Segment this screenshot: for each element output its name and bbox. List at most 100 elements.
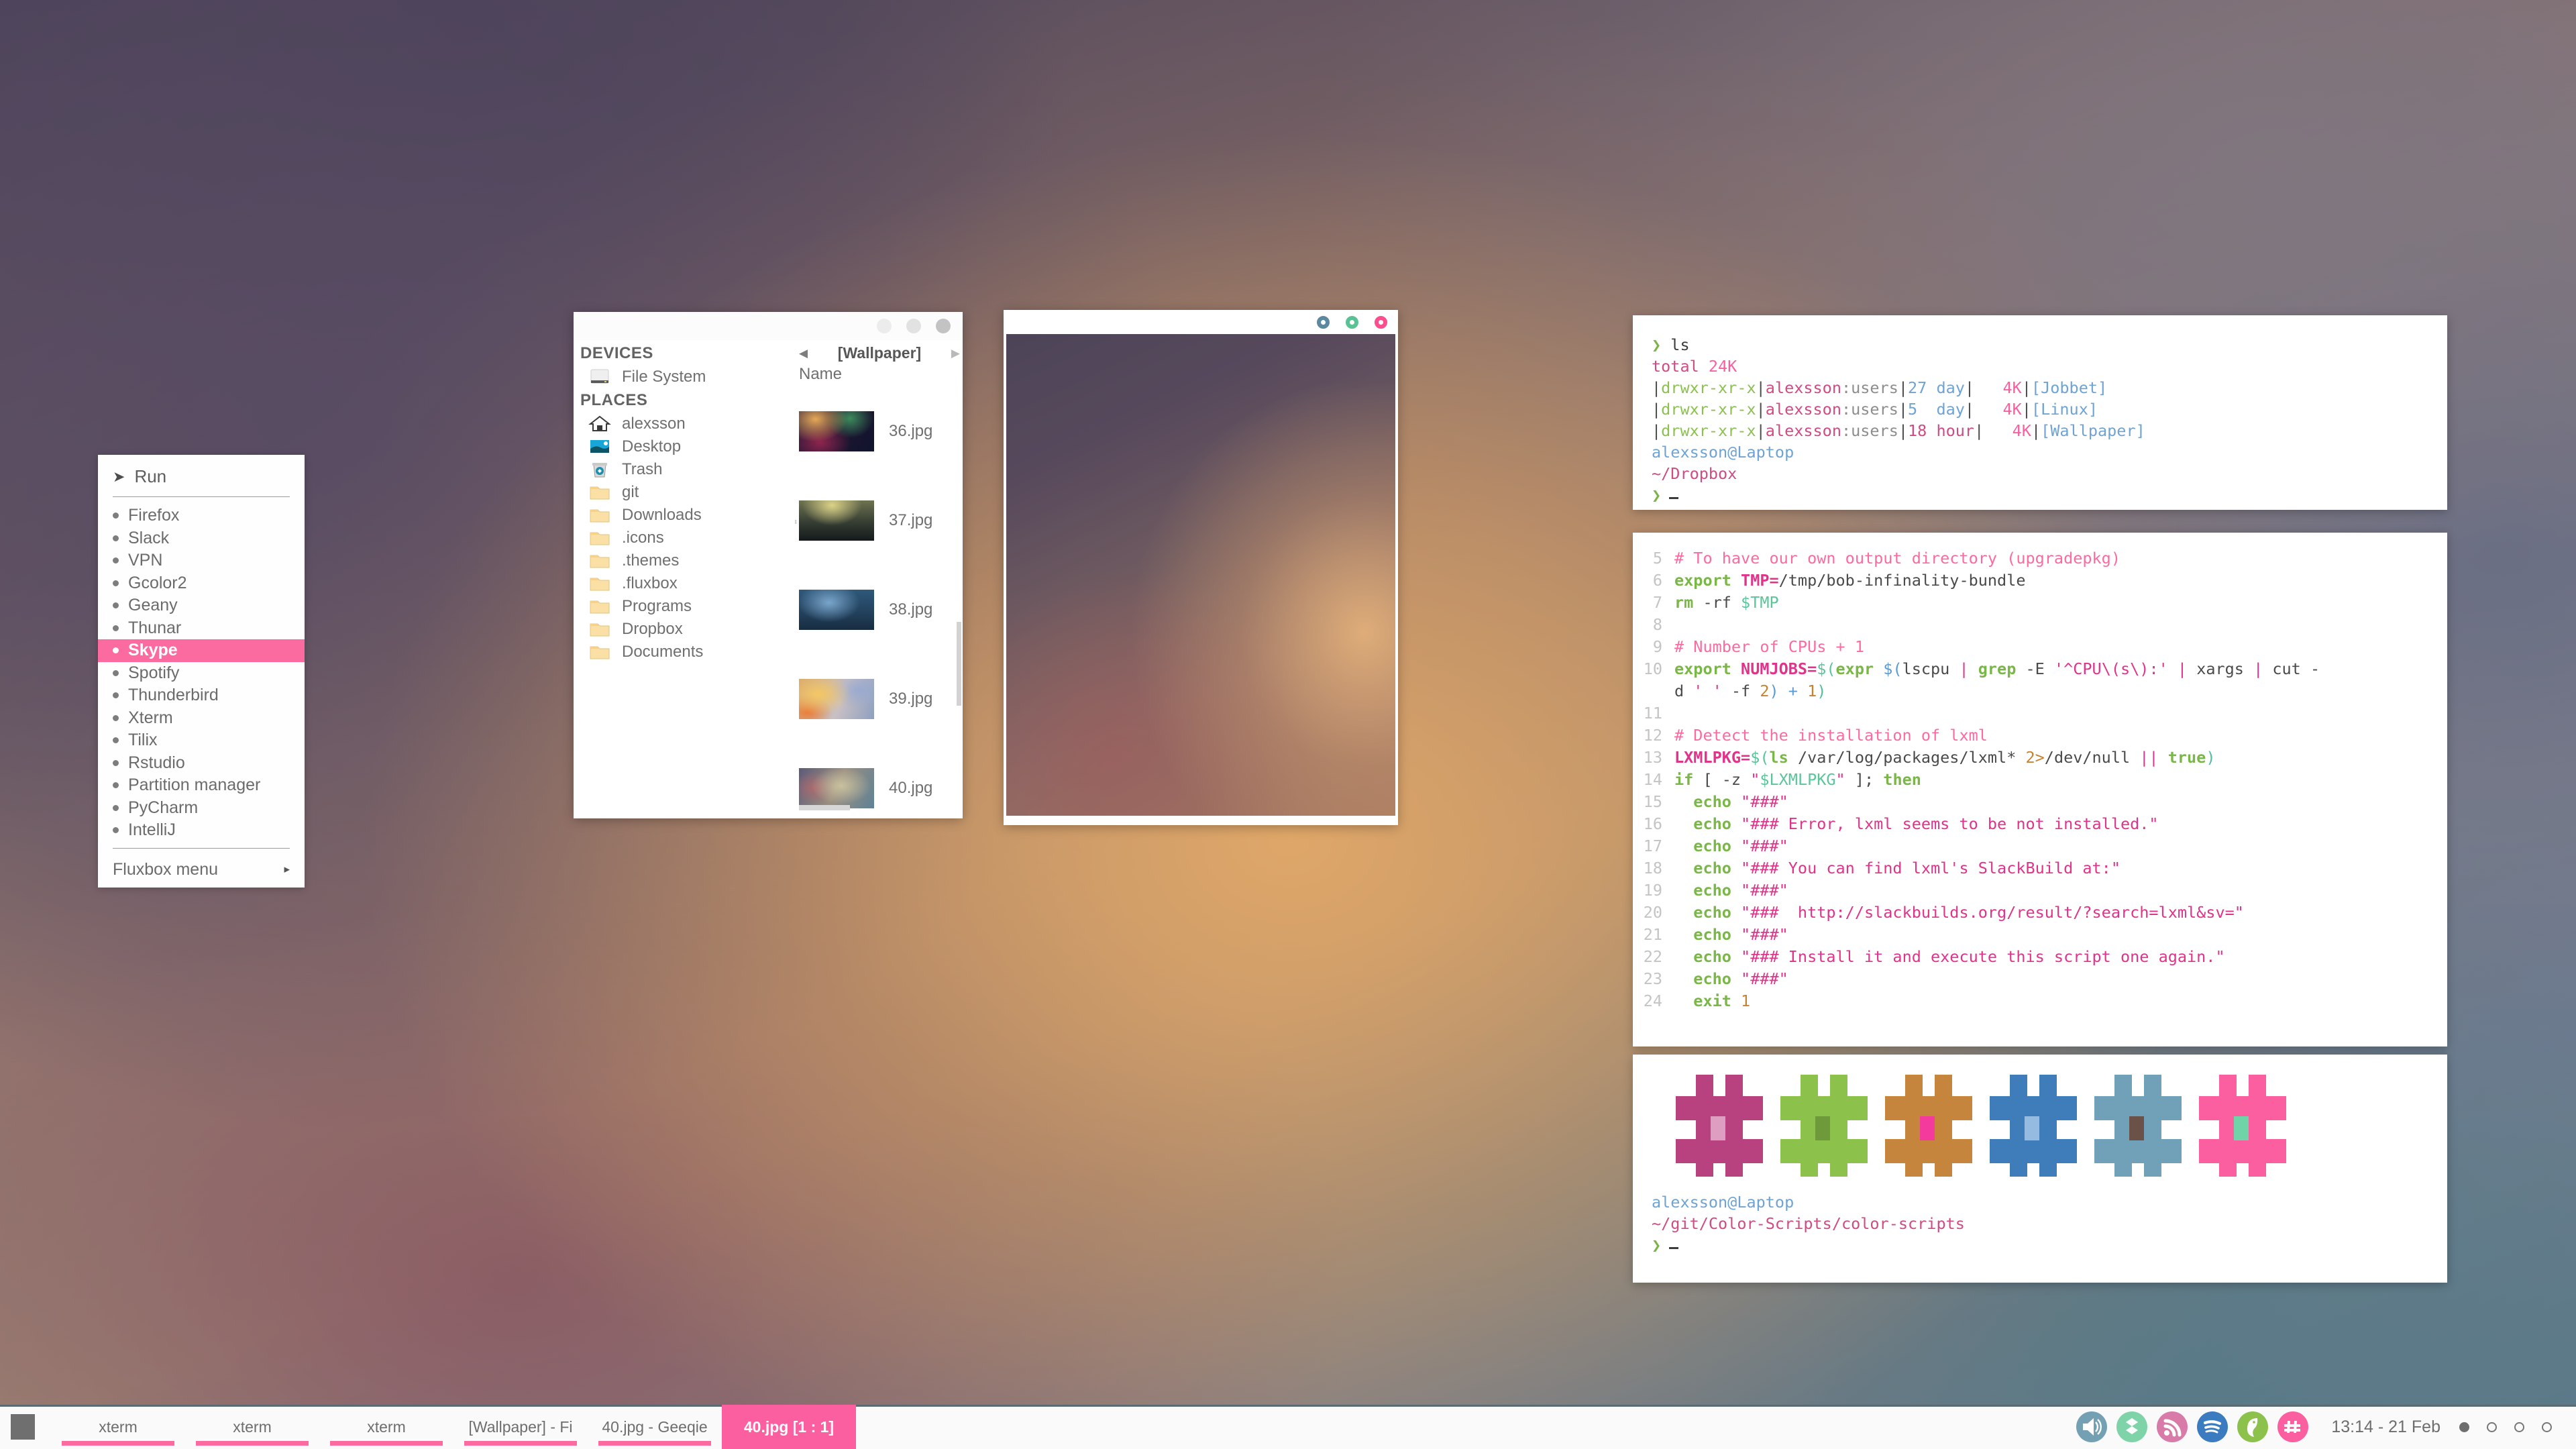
menu-item-pycharm[interactable]: PyCharm bbox=[98, 797, 305, 820]
menu-item-slack[interactable]: Slack bbox=[98, 527, 305, 550]
menu-item-fluxbox-submenu[interactable]: Fluxbox menu ▸ bbox=[98, 856, 305, 881]
editor-line[interactable]: 7rm -rf $TMP bbox=[1633, 592, 2447, 614]
chevron-left-icon[interactable]: ◀ bbox=[799, 347, 808, 360]
file-manager-window[interactable]: DEVICES File System PLACES alexssonDeskt… bbox=[574, 312, 963, 818]
taskbar-task[interactable]: xterm bbox=[319, 1405, 453, 1449]
menu-item-thunar[interactable]: Thunar bbox=[98, 617, 305, 640]
minimize-icon[interactable] bbox=[877, 319, 892, 333]
editor-line[interactable]: 24 exit 1 bbox=[1633, 990, 2447, 1012]
editor-line[interactable]: d ' ' -f 2) + 1) bbox=[1633, 680, 2447, 702]
menu-item-thunderbird[interactable]: Thunderbird bbox=[98, 684, 305, 707]
sidebar-item-alexsson[interactable]: alexsson bbox=[574, 413, 795, 435]
sidebar-item-trash[interactable]: Trash bbox=[574, 458, 795, 481]
editor-line[interactable]: 12# Detect the installation of lxml bbox=[1633, 724, 2447, 747]
parrot-icon[interactable] bbox=[2237, 1411, 2268, 1442]
menu-item-tilix[interactable]: Tilix bbox=[98, 729, 305, 752]
menu-item-spotify[interactable]: Spotify bbox=[98, 662, 305, 685]
file-list-item[interactable]: 37.jpg bbox=[795, 476, 963, 565]
file-list[interactable]: 36.jpg37.jpg38.jpg39.jpg40.jpg bbox=[795, 386, 963, 818]
workspace-dot[interactable] bbox=[2542, 1422, 2552, 1432]
taskbar-task-list[interactable]: xtermxtermxterm[Wallpaper] - Fi40.jpg - … bbox=[51, 1405, 856, 1449]
menu-item-rstudio[interactable]: Rstudio bbox=[98, 752, 305, 775]
hexchat-icon[interactable] bbox=[2277, 1411, 2308, 1442]
image-viewer-window[interactable] bbox=[1004, 310, 1398, 825]
editor-window[interactable]: 5# To have our own output directory (upg… bbox=[1633, 533, 2447, 1046]
menu-item-run[interactable]: ➤ Run bbox=[98, 463, 305, 490]
pane-resize-grip-icon[interactable]: ≡ bbox=[795, 519, 797, 525]
sidebar-item-downloads[interactable]: Downloads bbox=[574, 504, 795, 527]
menu-item-firefox[interactable]: Firefox bbox=[98, 504, 305, 527]
editor-line[interactable]: 22 echo "### Install it and execute this… bbox=[1633, 946, 2447, 968]
editor-line[interactable]: 8 bbox=[1633, 614, 2447, 636]
sidebar-item-dropbox[interactable]: Dropbox bbox=[574, 618, 795, 641]
image-canvas[interactable] bbox=[1006, 334, 1395, 816]
rss-feed-icon[interactable] bbox=[2157, 1411, 2188, 1442]
file-list-item[interactable]: 39.jpg bbox=[795, 654, 963, 743]
taskbar-task[interactable]: 40.jpg [1 : 1] bbox=[722, 1405, 856, 1449]
editor-line[interactable]: 14if [ -z "$LXMLPKG" ]; then bbox=[1633, 769, 2447, 791]
menu-item-xterm[interactable]: Xterm bbox=[98, 707, 305, 730]
close-icon[interactable] bbox=[936, 319, 951, 333]
breadcrumb[interactable]: ◀ [Wallpaper] ▶ bbox=[795, 340, 963, 364]
chevron-right-icon[interactable]: ▶ bbox=[951, 347, 960, 360]
close-icon[interactable] bbox=[1375, 316, 1387, 329]
editor-line[interactable]: 5# To have our own output directory (upg… bbox=[1633, 547, 2447, 570]
workspace-dot[interactable] bbox=[2487, 1422, 2497, 1432]
taskbar[interactable]: xtermxtermxterm[Wallpaper] - Fi40.jpg - … bbox=[0, 1405, 2576, 1449]
sidebar-item-themes[interactable]: .themes bbox=[574, 549, 795, 572]
maximize-icon[interactable] bbox=[906, 319, 921, 333]
editor-line[interactable]: 20 echo "### http://slackbuilds.org/resu… bbox=[1633, 902, 2447, 924]
file-manager-titlebar[interactable] bbox=[574, 312, 963, 340]
terminal-window-colorscripts[interactable]: alexsson@Laptop ~/git/Color-Scripts/colo… bbox=[1633, 1055, 2447, 1283]
menu-item-partition-manager[interactable]: Partition manager bbox=[98, 774, 305, 797]
editor-line[interactable]: 15 echo "###" bbox=[1633, 791, 2447, 813]
editor-line[interactable]: 10export NUMJOBS=$(expr $(lscpu | grep -… bbox=[1633, 658, 2447, 680]
editor-line[interactable]: 17 echo "###" bbox=[1633, 835, 2447, 857]
editor-line[interactable]: 18 echo "### You can find lxml's SlackBu… bbox=[1633, 857, 2447, 879]
taskbar-task[interactable]: [Wallpaper] - Fi bbox=[453, 1405, 588, 1449]
sidebar-item-fluxbox[interactable]: .fluxbox bbox=[574, 572, 795, 595]
file-list-item[interactable]: 36.jpg bbox=[795, 386, 963, 476]
menu-item-skype[interactable]: Skype bbox=[98, 639, 305, 662]
sidebar-item-desktop[interactable]: Desktop bbox=[574, 435, 795, 458]
sidebar-item-icons[interactable]: .icons bbox=[574, 527, 795, 549]
editor-content[interactable]: 5# To have our own output directory (upg… bbox=[1633, 547, 2447, 1012]
menu-item-intellij[interactable]: IntelliJ bbox=[98, 819, 305, 842]
dropbox-icon[interactable] bbox=[2116, 1411, 2147, 1442]
menu-item-vpn[interactable]: VPN bbox=[98, 549, 305, 572]
column-header-name[interactable]: Name bbox=[795, 364, 963, 386]
taskbar-task[interactable]: xterm bbox=[185, 1405, 319, 1449]
maximize-icon[interactable] bbox=[1346, 316, 1358, 329]
menu-item-geany[interactable]: Geany bbox=[98, 594, 305, 617]
workspace-switcher[interactable] bbox=[2459, 1405, 2576, 1449]
sidebar-item-file-system[interactable]: File System bbox=[574, 366, 795, 388]
sidebar-item-git[interactable]: git bbox=[574, 481, 795, 504]
sidebar-item-documents[interactable]: Documents bbox=[574, 641, 795, 663]
vertical-scrollbar[interactable] bbox=[957, 622, 961, 706]
editor-line[interactable]: 19 echo "###" bbox=[1633, 879, 2447, 902]
editor-line[interactable]: 9# Number of CPUs + 1 bbox=[1633, 636, 2447, 658]
menu-item-gcolor2[interactable]: Gcolor2 bbox=[98, 572, 305, 595]
taskbar-task[interactable]: 40.jpg - Geeqie bbox=[588, 1405, 722, 1449]
editor-line[interactable]: 16 echo "### Error, lxml seems to be not… bbox=[1633, 813, 2447, 835]
workspace-dot[interactable] bbox=[2459, 1422, 2469, 1432]
sidebar-item-programs[interactable]: Programs bbox=[574, 595, 795, 618]
system-tray[interactable] bbox=[2076, 1405, 2320, 1449]
horizontal-scrollbar[interactable] bbox=[799, 805, 850, 810]
editor-line[interactable]: 11 bbox=[1633, 702, 2447, 724]
terminal-window-ls[interactable]: ❯ lstotal 24K|drwxr-xr-x|alexsson:users|… bbox=[1633, 315, 2447, 510]
spotify-icon[interactable] bbox=[2197, 1411, 2228, 1442]
clock[interactable]: 13:14 - 21 Feb bbox=[2320, 1405, 2459, 1449]
taskbar-task[interactable]: xterm bbox=[51, 1405, 185, 1449]
minimize-icon[interactable] bbox=[1317, 316, 1330, 329]
editor-line[interactable]: 6export TMP=/tmp/bob-infinality-bundle bbox=[1633, 570, 2447, 592]
fluxbox-root-menu[interactable]: ➤ Run FirefoxSlackVPNGcolor2GeanyThunarS… bbox=[98, 455, 305, 888]
drag-handle-icon[interactable] bbox=[11, 1414, 35, 1440]
image-viewer-titlebar[interactable] bbox=[1004, 310, 1398, 334]
editor-line[interactable]: 13LXMLPKG=$(ls /var/log/packages/lxml* 2… bbox=[1633, 747, 2447, 769]
workspace-dot[interactable] bbox=[2514, 1422, 2524, 1432]
volume-icon[interactable] bbox=[2076, 1411, 2107, 1442]
editor-line[interactable]: 21 echo "###" bbox=[1633, 924, 2447, 946]
editor-line[interactable]: 23 echo "###" bbox=[1633, 968, 2447, 990]
file-manager-filepane[interactable]: ◀ [Wallpaper] ▶ Name 36.jpg37.jpg38.jpg3… bbox=[795, 340, 963, 818]
